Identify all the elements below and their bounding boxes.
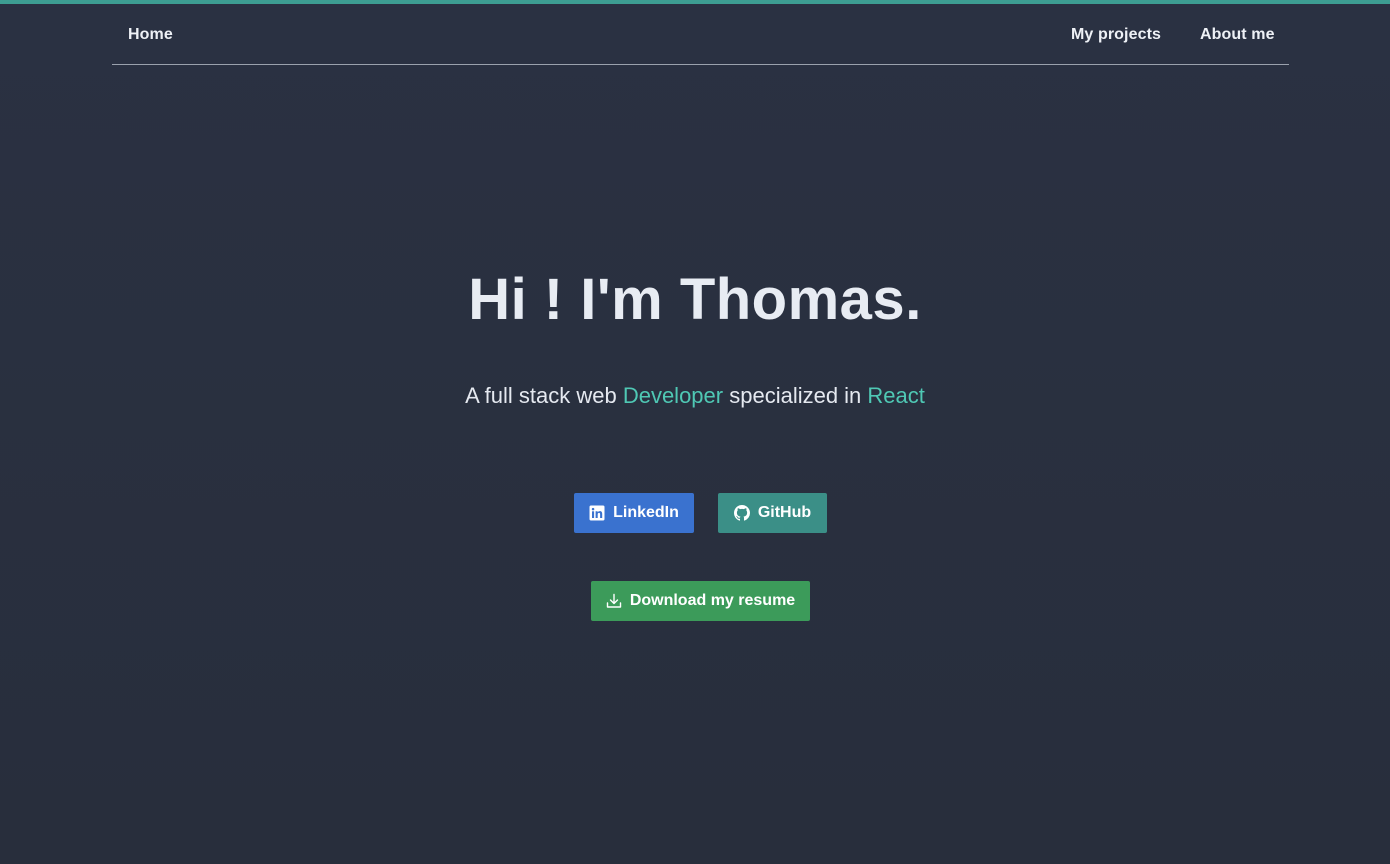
github-button-label: GitHub xyxy=(757,504,812,521)
subtitle-text-1: A full stack web xyxy=(465,383,623,408)
linkedin-button[interactable]: LinkedIn xyxy=(574,493,694,533)
download-icon xyxy=(606,593,622,609)
download-resume-button-label: Download my resume xyxy=(629,592,796,609)
hero-subtitle: A full stack web Developer specialized i… xyxy=(0,380,1390,412)
github-icon xyxy=(733,505,750,521)
github-button[interactable]: GitHub xyxy=(718,493,827,533)
nav-link-about-me[interactable]: About me xyxy=(1200,4,1275,64)
subtitle-text-2: specialized in xyxy=(723,383,868,408)
linkedin-button-label: LinkedIn xyxy=(613,504,679,521)
hero-title: Hi ! I'm Thomas. xyxy=(468,267,922,332)
linkedin-icon xyxy=(589,505,605,521)
download-resume-button[interactable]: Download my resume xyxy=(591,581,810,621)
navbar: Home My projects About me xyxy=(112,4,1289,65)
nav-link-home[interactable]: Home xyxy=(128,4,173,64)
nav-link-my-projects[interactable]: My projects xyxy=(1071,4,1161,64)
subtitle-highlight-react: React xyxy=(867,383,925,408)
page: Home My projects About me Hi ! I'm Thoma… xyxy=(0,0,1390,864)
subtitle-highlight-developer: Developer xyxy=(622,383,724,408)
